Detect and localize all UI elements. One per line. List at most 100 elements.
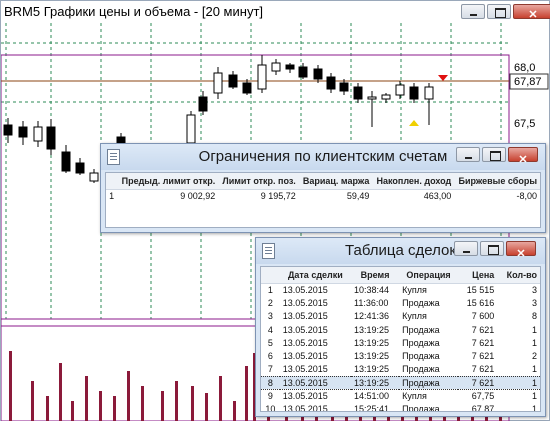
table-row[interactable]: 3 13.05.2015 12:41:36 Купля 7 600 8 bbox=[261, 310, 540, 323]
candle-body bbox=[198, 96, 208, 112]
table-cell: Продажа bbox=[402, 324, 440, 335]
column-header[interactable]: Время bbox=[351, 267, 400, 284]
table-row[interactable]: 10 13.05.2015 15:25:41 Продажа 67,87 1 bbox=[261, 403, 540, 412]
table-row[interactable]: 7 13.05.2015 13:19:25 Продажа 7 621 1 bbox=[261, 363, 540, 376]
column-header[interactable]: Операция bbox=[399, 267, 458, 284]
column-header[interactable]: Лимит откр. поз. bbox=[218, 173, 299, 190]
column-header[interactable]: Дата сделки bbox=[279, 267, 352, 284]
column-header[interactable]: Вариац. маржа bbox=[298, 173, 373, 190]
candle-body bbox=[186, 114, 196, 144]
volume-bar bbox=[127, 371, 130, 421]
maximize-button[interactable] bbox=[480, 241, 504, 256]
table-cell: 7 621 bbox=[471, 351, 495, 362]
volume-bar bbox=[219, 376, 222, 421]
trades-dialog[interactable]: Таблица сделок Дата сделкиВремяОперацияЦ… bbox=[255, 237, 546, 417]
table-cell: 9 195,72 bbox=[260, 190, 296, 201]
table-row[interactable]: 8 13.05.2015 13:19:25 Продажа 7 621 1 bbox=[261, 375, 540, 390]
candle-body bbox=[367, 96, 377, 100]
table-cell: 8 bbox=[261, 375, 280, 390]
table-cell: 13:19:25 bbox=[354, 364, 390, 375]
trades-table-area: Дата сделки Время Операция Цена Кол-во 1 13.0… bbox=[260, 266, 541, 412]
candle-body bbox=[339, 82, 349, 92]
candle-body bbox=[228, 74, 238, 88]
table-cell: 1 bbox=[497, 375, 540, 390]
column-header[interactable] bbox=[261, 267, 280, 284]
table-cell: 2 bbox=[267, 297, 273, 308]
table-cell: 463,00 bbox=[423, 190, 452, 201]
column-header[interactable]: Кол-во bbox=[497, 267, 540, 284]
table-row[interactable]: 9 13.05.2015 14:51:00 Купля 67,75 1 bbox=[261, 389, 540, 402]
table-cell: 3 bbox=[531, 284, 537, 295]
table-cell: 11:36:00 bbox=[354, 297, 389, 308]
close-button[interactable] bbox=[506, 241, 536, 267]
column-header[interactable] bbox=[106, 173, 118, 190]
table-cell: 12:41:36 bbox=[354, 311, 390, 322]
document-icon bbox=[107, 149, 120, 165]
limits-dialog-titlebar[interactable]: Ограничения по клиентским счетам bbox=[101, 144, 545, 173]
close-button[interactable] bbox=[508, 147, 538, 173]
table-row[interactable]: 5 13.05.2015 13:19:25 Продажа 7 621 1 bbox=[261, 336, 540, 349]
candle-body bbox=[409, 86, 419, 100]
maximize-button[interactable] bbox=[482, 147, 506, 162]
candle-body bbox=[285, 64, 295, 70]
table-cell: 13:19:25 bbox=[351, 375, 400, 390]
column-header[interactable]: Цена bbox=[458, 267, 498, 284]
table-cell: 10 bbox=[265, 404, 276, 412]
candle-body bbox=[61, 151, 71, 172]
candle-body bbox=[33, 126, 43, 142]
table-cell: 7 621 bbox=[458, 375, 498, 390]
table-row[interactable]: 1 13.05.2015 10:38:44 Купля 15 515 3 bbox=[261, 283, 540, 296]
table-row[interactable]: 4 13.05.2015 13:19:25 Продажа 7 621 1 bbox=[261, 323, 540, 336]
close-button[interactable] bbox=[513, 4, 550, 26]
volume-bar bbox=[31, 381, 34, 421]
limits-dialog-title: Ограничения по клиентским счетам bbox=[198, 148, 448, 165]
table-cell: Продажа bbox=[402, 364, 440, 375]
table-cell: Продажа bbox=[402, 297, 440, 308]
table-cell: 7 600 bbox=[471, 311, 495, 322]
chart-window-titlebar[interactable]: BRM5 Графики цены и объема - [20 минут] bbox=[1, 1, 550, 26]
y-tick-label: 67,5 bbox=[514, 118, 535, 130]
table-cell: 67,75 bbox=[471, 391, 495, 402]
minimize-button[interactable] bbox=[454, 241, 478, 256]
column-header[interactable]: Накоплен. доход bbox=[372, 173, 455, 190]
table-cell: 2 bbox=[531, 351, 537, 362]
table-row[interactable]: 2 13.05.2015 11:36:00 Продажа 15 616 3 bbox=[261, 296, 540, 309]
table-cell: 1 bbox=[531, 391, 537, 402]
table-cell: Купля bbox=[402, 311, 427, 322]
trades-dialog-titlebar[interactable]: Таблица сделок bbox=[256, 238, 545, 267]
candle-body bbox=[75, 162, 85, 174]
minimize-button[interactable] bbox=[461, 4, 485, 19]
table-cell: 13:19:25 bbox=[354, 337, 390, 348]
column-header[interactable]: Биржевые сборы bbox=[454, 173, 540, 190]
maximize-button[interactable] bbox=[487, 4, 511, 19]
table-cell: 1 bbox=[531, 364, 537, 375]
candle-body bbox=[353, 86, 363, 100]
candle-body bbox=[46, 126, 56, 150]
buy-marker-icon bbox=[409, 120, 419, 126]
volume-bar bbox=[113, 396, 116, 421]
column-header[interactable]: Предыд. лимит откр. bbox=[117, 173, 219, 190]
table-cell: 7 621 bbox=[471, 337, 495, 348]
table-cell: Купля bbox=[402, 284, 427, 295]
table-cell: 13.05.2015 bbox=[282, 337, 328, 348]
table-cell: 13.05.2015 bbox=[282, 404, 328, 412]
candle-body bbox=[3, 124, 13, 136]
y-tick-label: 68,0 bbox=[514, 62, 535, 74]
volume-bar bbox=[245, 366, 248, 421]
table-icon bbox=[262, 243, 275, 259]
limits-table: Предыд. лимит откр. Лимит откр. поз. Вариа… bbox=[106, 173, 540, 202]
table-cell: Продажа bbox=[402, 404, 440, 412]
table-cell: 13.05.2015 bbox=[282, 324, 328, 335]
table-row[interactable]: 1 9 002,92 9 195,72 59,49 463,00 -8,00 bbox=[106, 189, 540, 202]
table-cell: 7 bbox=[267, 364, 273, 375]
table-row[interactable]: 6 13.05.2015 13:19:25 Продажа 7 621 2 bbox=[261, 349, 540, 362]
minimize-button[interactable] bbox=[456, 147, 480, 162]
table-cell: 15 515 bbox=[466, 284, 495, 295]
sell-marker-icon bbox=[438, 75, 448, 81]
limits-dialog[interactable]: Ограничения по клиентским счетам Предыд.… bbox=[100, 143, 546, 233]
table-cell: 14:51:00 bbox=[354, 391, 390, 402]
table-cell: 9 002,92 bbox=[180, 190, 216, 201]
table-cell: 1 bbox=[531, 404, 537, 412]
candle-body bbox=[89, 172, 99, 182]
table-cell: 6 bbox=[267, 351, 273, 362]
